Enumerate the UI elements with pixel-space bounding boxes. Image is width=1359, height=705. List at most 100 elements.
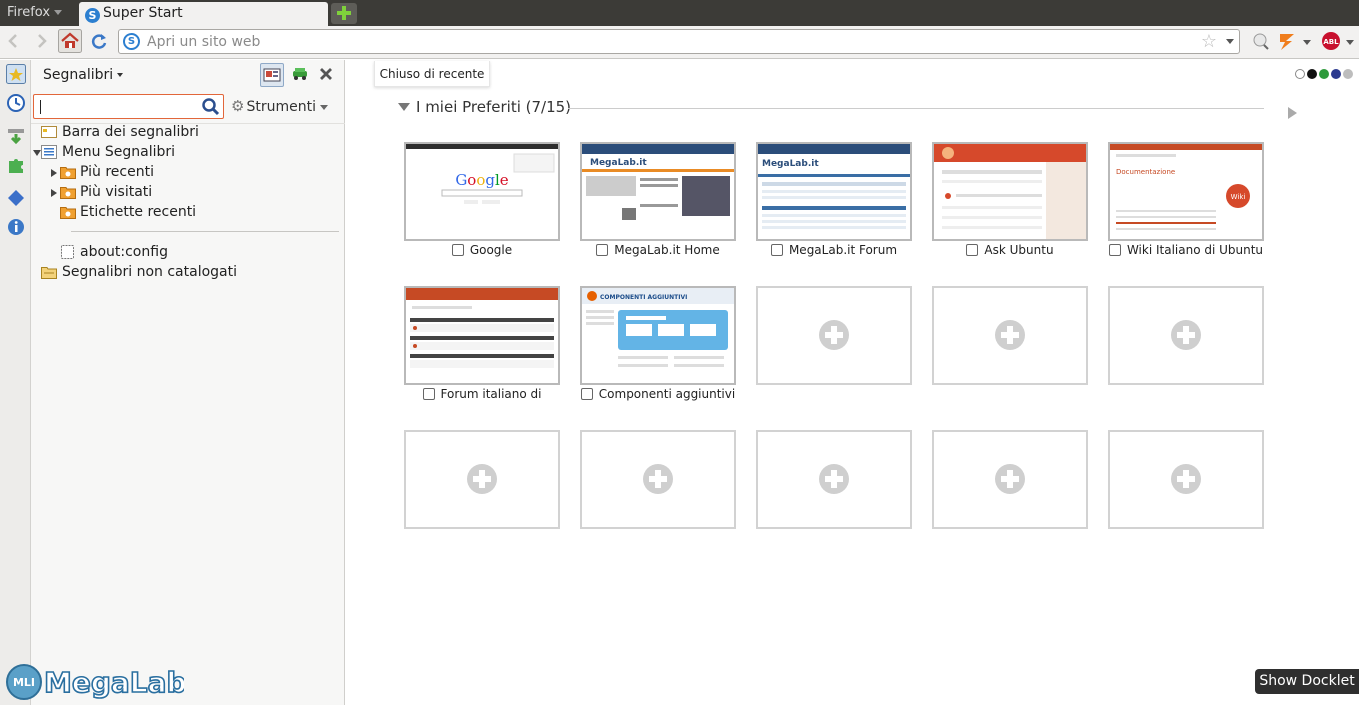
tile-caption[interactable]: Google bbox=[394, 243, 570, 261]
forward-icon[interactable] bbox=[30, 30, 52, 52]
chevron-down-icon bbox=[54, 10, 63, 15]
twisty-closed-icon[interactable] bbox=[51, 189, 57, 197]
bookmarks-search-field[interactable] bbox=[33, 94, 224, 119]
search-engine-icon[interactable] bbox=[1250, 30, 1272, 52]
empty-tile[interactable] bbox=[580, 430, 736, 529]
tree-item-about-config[interactable]: about:config bbox=[60, 244, 340, 262]
add-site-plus-icon bbox=[995, 320, 1025, 350]
url-input[interactable] bbox=[147, 32, 1187, 51]
sidebar-header: Segnalibri bbox=[31, 60, 345, 90]
unsorted-folder-icon bbox=[41, 267, 57, 279]
empty-tile[interactable] bbox=[1108, 286, 1264, 385]
sidebar-title-menu[interactable]: Segnalibri bbox=[43, 67, 124, 83]
tile-caption[interactable]: Componenti aggiuntivi bbox=[570, 387, 746, 405]
new-tab-button[interactable] bbox=[331, 3, 357, 24]
add-site-plus-icon bbox=[643, 464, 673, 494]
empty-tile[interactable] bbox=[404, 430, 560, 529]
tile-caption-text: Forum italiano di bbox=[440, 387, 542, 401]
empty-tile[interactable] bbox=[932, 430, 1088, 529]
show-docklet-button[interactable]: Show Docklet bbox=[1255, 669, 1359, 694]
speed-dial-tile[interactable]: Google bbox=[404, 142, 560, 241]
tile-caption[interactable]: MegaLab.it Forum bbox=[746, 243, 922, 261]
flash-icon[interactable] bbox=[1276, 30, 1298, 52]
empty-tile[interactable] bbox=[932, 286, 1088, 385]
info-icon[interactable] bbox=[6, 217, 26, 237]
tile-select-checkbox[interactable] bbox=[966, 244, 979, 256]
recently-closed-button[interactable]: Chiuso di recente bbox=[374, 61, 490, 87]
twisty-open-icon[interactable] bbox=[33, 150, 41, 156]
tile-caption-text: MegaLab.it Home bbox=[614, 243, 720, 257]
tree-item-most-visited[interactable]: Più visitati bbox=[51, 184, 331, 202]
tab-super-start[interactable]: S Super Start bbox=[79, 2, 328, 26]
next-page-arrow-icon[interactable] bbox=[1288, 107, 1297, 119]
askubuntu-thumbnail bbox=[934, 144, 1086, 239]
site-identity-icon[interactable]: S bbox=[123, 33, 140, 50]
speed-dial-tile[interactable]: Documentazione Wiki bbox=[1108, 142, 1264, 241]
speed-dial-tile[interactable] bbox=[932, 142, 1088, 241]
group-header[interactable]: I miei Preferiti (7/15) bbox=[398, 98, 1264, 118]
tools-menu-button[interactable]: ⚙ Strumenti bbox=[231, 97, 328, 115]
sidebar-view-button[interactable] bbox=[260, 63, 284, 87]
sidebar-close-button[interactable] bbox=[315, 63, 339, 87]
firefox-menu-button[interactable]: Firefox bbox=[0, 0, 76, 26]
super-start-favicon-icon: S bbox=[85, 8, 100, 23]
tile-caption[interactable]: MegaLab.it Home bbox=[570, 243, 746, 261]
svg-text:MegaLab.it: MegaLab.it bbox=[762, 159, 819, 169]
bookmarks-sidebar: Segnalibri ⚙ Strumenti Barra dei segnalib… bbox=[31, 60, 345, 705]
tree-separator bbox=[71, 231, 339, 232]
bookmark-star-icon[interactable]: ☆ bbox=[1201, 31, 1217, 52]
tree-item-label: Più recenti bbox=[80, 164, 154, 180]
chevron-down-icon[interactable] bbox=[1303, 40, 1311, 45]
tree-item-label: Barra dei segnalibri bbox=[62, 124, 199, 140]
tile-select-checkbox[interactable] bbox=[596, 244, 609, 256]
downloads-icon[interactable] bbox=[6, 126, 26, 146]
back-icon[interactable] bbox=[3, 30, 25, 52]
tree-item-bookmarks-menu[interactable]: Menu Segnalibri bbox=[33, 144, 333, 162]
tile-select-checkbox[interactable] bbox=[580, 388, 593, 400]
history-dropdown-icon[interactable] bbox=[1226, 39, 1234, 44]
speed-dial-tile[interactable]: MegaLab.it bbox=[580, 142, 736, 241]
reload-icon[interactable] bbox=[88, 30, 110, 52]
tile-select-checkbox[interactable] bbox=[770, 244, 783, 256]
url-bar[interactable]: S ☆ bbox=[118, 29, 1240, 54]
tile-select-checkbox[interactable] bbox=[451, 244, 464, 256]
empty-tile[interactable] bbox=[756, 430, 912, 529]
theme-dot-white[interactable] bbox=[1295, 69, 1305, 79]
search-icon[interactable] bbox=[201, 97, 221, 117]
empty-tile[interactable] bbox=[1108, 430, 1264, 529]
tile-caption-text: Google bbox=[469, 243, 513, 257]
add-site-plus-icon bbox=[995, 464, 1025, 494]
add-site-plus-icon bbox=[467, 464, 497, 494]
extension-blue-icon[interactable] bbox=[6, 188, 26, 208]
twisty-closed-icon[interactable] bbox=[51, 169, 57, 177]
adblock-icon[interactable]: ABL bbox=[1320, 30, 1342, 52]
collapse-triangle-icon[interactable] bbox=[398, 103, 410, 111]
speed-dial-tile[interactable] bbox=[404, 286, 560, 385]
chevron-down-icon[interactable] bbox=[1346, 40, 1354, 45]
speed-dial-tile[interactable]: COMPONENTI AGGIUNTIVI bbox=[580, 286, 736, 385]
tile-select-checkbox[interactable] bbox=[1108, 244, 1121, 256]
add-site-plus-icon bbox=[1171, 320, 1201, 350]
tree-item-recent[interactable]: Più recenti bbox=[51, 164, 331, 182]
bookmarks-search-input[interactable] bbox=[38, 98, 198, 115]
home-icon[interactable] bbox=[58, 29, 82, 53]
tile-caption[interactable]: Ask Ubuntu bbox=[922, 243, 1098, 261]
theme-dot-green[interactable] bbox=[1319, 69, 1329, 79]
bookmarks-sidebar-icon[interactable] bbox=[6, 64, 26, 84]
svg-text:COMPONENTI AGGIUNTIVI: COMPONENTI AGGIUNTIVI bbox=[600, 294, 687, 301]
firefox-menu-label: Firefox bbox=[7, 5, 51, 20]
theme-dot-gray[interactable] bbox=[1343, 69, 1353, 79]
speed-dial-tile[interactable]: MegaLab.it bbox=[756, 142, 912, 241]
tree-item-bookmarks-toolbar[interactable]: Barra dei segnalibri bbox=[40, 124, 340, 142]
sidebar-sync-button[interactable] bbox=[289, 63, 313, 87]
theme-dot-blue[interactable] bbox=[1331, 69, 1341, 79]
tile-caption[interactable]: Wiki Italiano di Ubuntu bbox=[1098, 243, 1274, 261]
theme-dot-black[interactable] bbox=[1307, 69, 1317, 79]
tile-select-checkbox[interactable] bbox=[422, 388, 435, 400]
empty-tile[interactable] bbox=[756, 286, 912, 385]
tree-item-unsorted[interactable]: Segnalibri non catalogati bbox=[40, 264, 340, 282]
tree-item-recent-tags[interactable]: Etichette recenti bbox=[60, 204, 340, 222]
tile-caption[interactable]: Forum italiano di bbox=[394, 387, 570, 405]
history-clock-icon[interactable] bbox=[6, 93, 26, 113]
addons-puzzle-icon[interactable] bbox=[6, 155, 26, 175]
